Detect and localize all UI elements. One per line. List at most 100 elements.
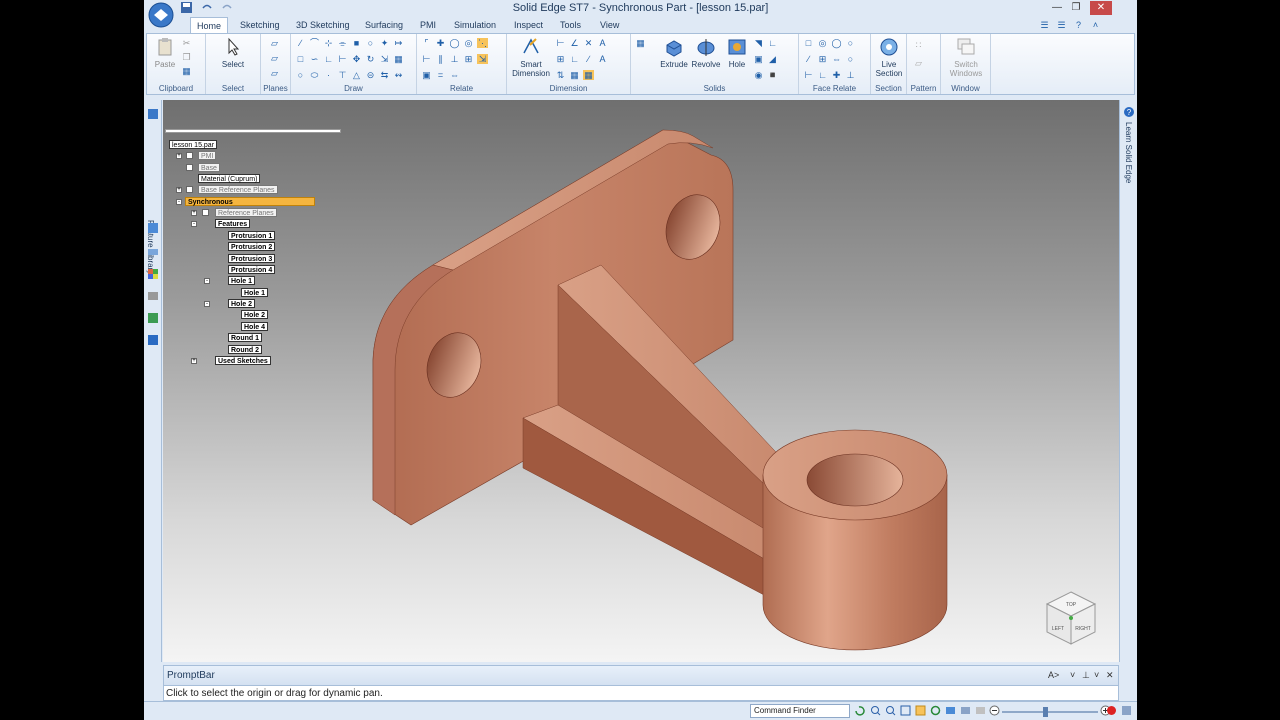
- fillet-icon[interactable]: ⌯: [337, 38, 348, 48]
- expand-reference-planes[interactable]: +: [191, 210, 197, 216]
- tab-home[interactable]: Home: [190, 17, 229, 33]
- named-views-icon[interactable]: [960, 705, 971, 716]
- tree-base-reference-planes[interactable]: Base Reference Planes: [198, 185, 278, 194]
- zoom-area-icon[interactable]: [870, 705, 881, 716]
- draft-icon[interactable]: ◢: [767, 54, 778, 64]
- mirror-icon[interactable]: ↦: [393, 38, 404, 48]
- parallel-icon[interactable]: ∥: [435, 54, 446, 64]
- tangent-face-icon[interactable]: ○: [845, 38, 856, 48]
- tree-synchronous[interactable]: Synchronous: [185, 197, 315, 206]
- settings-icon[interactable]: [1121, 705, 1132, 716]
- format-painter-icon[interactable]: ▦: [181, 66, 192, 76]
- zoom-out-icon[interactable]: [989, 705, 1000, 716]
- close-button[interactable]: ✕: [1090, 1, 1112, 15]
- dimension-grid-icon[interactable]: ▦: [583, 70, 594, 80]
- tree-features[interactable]: Features: [215, 219, 251, 228]
- equal-icon[interactable]: =: [435, 70, 446, 80]
- offset-icon[interactable]: ○: [365, 38, 376, 48]
- arc-icon[interactable]: ⌒: [309, 38, 320, 48]
- tree-hole-4[interactable]: Hole 4: [241, 322, 269, 331]
- relationship-handles-icon[interactable]: ⋱: [477, 38, 488, 48]
- add-body-icon[interactable]: ◉: [753, 70, 764, 80]
- text-icon[interactable]: A: [597, 38, 608, 48]
- tab-surfacing[interactable]: Surfacing: [359, 17, 409, 33]
- collinear-icon[interactable]: ⊢: [421, 54, 432, 64]
- coaxial-icon[interactable]: ◎: [817, 38, 828, 48]
- horizontal-face-icon[interactable]: ⊢: [803, 70, 814, 80]
- tab-simulation[interactable]: Simulation: [448, 17, 502, 33]
- triangle-icon[interactable]: △: [351, 70, 362, 80]
- smart-dimension-button[interactable]: Smart Dimension: [509, 37, 553, 78]
- dimension-axis-icon[interactable]: ⇅: [555, 70, 566, 80]
- tree-protrusion-3[interactable]: Protrusion 3: [228, 254, 276, 263]
- collapse-synchronous[interactable]: -: [176, 199, 182, 205]
- horizontal-vertical-icon[interactable]: ✚: [435, 38, 446, 48]
- rotate-icon[interactable]: ↻: [365, 54, 376, 64]
- chamfer-solid-icon[interactable]: ∟: [767, 38, 778, 48]
- learn-solid-edge-tab[interactable]: Learn Solid Edge: [1124, 122, 1133, 183]
- equal-radius-icon[interactable]: ○: [845, 54, 856, 64]
- construction-icon[interactable]: ⊝: [365, 70, 376, 80]
- properties-icon[interactable]: [147, 334, 159, 346]
- stretch-icon[interactable]: ↭: [393, 70, 404, 80]
- tab-sketching[interactable]: Sketching: [234, 17, 286, 33]
- expand-base-ref-planes[interactable]: +: [176, 187, 182, 193]
- pin-icon[interactable]: ⊥: [1082, 670, 1090, 681]
- tree-base[interactable]: Base: [198, 163, 220, 172]
- ribbon-collapse-icon[interactable]: ˄: [1090, 20, 1101, 30]
- solid-type-icon[interactable]: ▦: [635, 38, 646, 48]
- dock-options-icon[interactable]: ˅: [1070, 670, 1075, 680]
- angle-text-icon[interactable]: A: [597, 54, 608, 64]
- graphics-viewport[interactable]: lesson 15.par + PMI Base Material (Cupru…: [163, 100, 1119, 662]
- pathfinder-icon[interactable]: [147, 222, 159, 234]
- rectangular-pattern-icon[interactable]: ∷: [913, 40, 924, 50]
- line-icon[interactable]: ∕: [295, 38, 306, 48]
- tab-view[interactable]: View: [594, 17, 625, 33]
- round-icon[interactable]: ◥: [753, 38, 764, 48]
- restore-button[interactable]: ❐: [1068, 1, 1084, 15]
- symmetric-icon[interactable]: ⇔: [449, 70, 460, 80]
- maintain-relationships-icon[interactable]: ⇲: [477, 54, 488, 64]
- collapse-hole-1[interactable]: -: [204, 278, 210, 284]
- cut-icon[interactable]: ✂: [181, 38, 192, 48]
- tree-round-1[interactable]: Round 1: [228, 333, 262, 342]
- fill-icon[interactable]: ■: [351, 38, 362, 48]
- checkbox-base-ref-planes[interactable]: [186, 186, 193, 193]
- split-icon[interactable]: ⊤: [337, 70, 348, 80]
- tab-tools[interactable]: Tools: [554, 17, 587, 33]
- chamfer-dimension-icon[interactable]: ∕: [583, 54, 594, 64]
- switch-windows-button[interactable]: Switch Windows: [943, 37, 989, 78]
- copy-icon[interactable]: ❐: [181, 52, 192, 62]
- part-model[interactable]: [163, 100, 1119, 662]
- hole-button[interactable]: Hole: [723, 37, 751, 69]
- tree-pmi[interactable]: PMI: [198, 151, 217, 160]
- view-cube[interactable]: TOP LEFT RIGHT: [1043, 588, 1099, 648]
- thin-wall-icon[interactable]: ▣: [753, 54, 764, 64]
- tree-root[interactable]: lesson 15.par: [169, 140, 218, 149]
- tree-hole-1[interactable]: Hole 1: [228, 276, 256, 285]
- tree-protrusion-4[interactable]: Protrusion 4: [228, 265, 276, 274]
- tree-used-sketches[interactable]: Used Sketches: [215, 356, 271, 365]
- zoom-icon[interactable]: [885, 705, 896, 716]
- view-styles-icon[interactable]: [975, 705, 986, 716]
- help-options-icon[interactable]: ☰: [1039, 20, 1050, 30]
- pathfinder-splitter[interactable]: [165, 129, 341, 133]
- parallel-face-icon[interactable]: ∕: [803, 54, 814, 64]
- curve-icon[interactable]: ∽: [309, 54, 320, 64]
- offset-face-icon[interactable]: ∟: [817, 70, 828, 80]
- perpendicular-icon[interactable]: ⊥: [449, 54, 460, 64]
- layout-icon[interactable]: ☰: [1056, 20, 1067, 30]
- point-icon[interactable]: ·: [323, 70, 334, 80]
- extrude-button[interactable]: Extrude: [657, 37, 691, 69]
- symmetric-diameter-icon[interactable]: ✕: [583, 38, 594, 48]
- layers-icon[interactable]: [147, 246, 159, 258]
- ground-icon[interactable]: ⊥: [845, 70, 856, 80]
- feature-library-icon[interactable]: [147, 108, 159, 120]
- zoom-slider-thumb[interactable]: [1043, 707, 1048, 717]
- concentric-icon[interactable]: ◎: [463, 38, 474, 48]
- symmetric-face-icon[interactable]: ⇔: [831, 54, 842, 64]
- rectangle-icon[interactable]: □: [295, 54, 306, 64]
- paste-button[interactable]: Paste: [151, 37, 179, 69]
- select-button[interactable]: Select: [214, 37, 252, 69]
- checkbox-pmi[interactable]: [186, 152, 193, 159]
